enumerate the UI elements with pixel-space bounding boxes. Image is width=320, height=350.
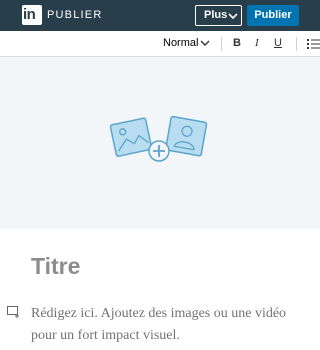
format-toolbar: Normal B I U [0, 31, 320, 57]
logo-text: in [23, 6, 36, 23]
add-photo-icon [110, 115, 208, 162]
add-media-icon[interactable] [7, 306, 21, 318]
more-button-label: Plus [204, 9, 228, 21]
toolbar-divider [221, 37, 222, 51]
linkedin-logo[interactable]: in [22, 5, 42, 25]
cover-image-dropzone[interactable] [0, 57, 320, 229]
article-body-input[interactable]: Rédigez ici. Ajoutez des images ou une v… [31, 303, 311, 347]
italic-button[interactable]: I [255, 37, 259, 50]
article-title-input[interactable]: Titre [31, 252, 80, 280]
bold-button[interactable]: B [233, 37, 241, 50]
more-button[interactable]: Plus [195, 5, 242, 26]
chevron-down-icon[interactable] [200, 39, 210, 47]
chevron-down-icon [228, 13, 238, 20]
toolbar-divider [296, 37, 297, 51]
text-style-select[interactable]: Normal [163, 37, 198, 50]
list-icon[interactable] [307, 38, 320, 50]
top-bar: in PUBLIER Plus Publier [0, 0, 320, 31]
brand-label: PUBLIER [47, 9, 103, 21]
publish-button[interactable]: Publier [247, 5, 299, 26]
underline-button[interactable]: U [274, 37, 282, 50]
